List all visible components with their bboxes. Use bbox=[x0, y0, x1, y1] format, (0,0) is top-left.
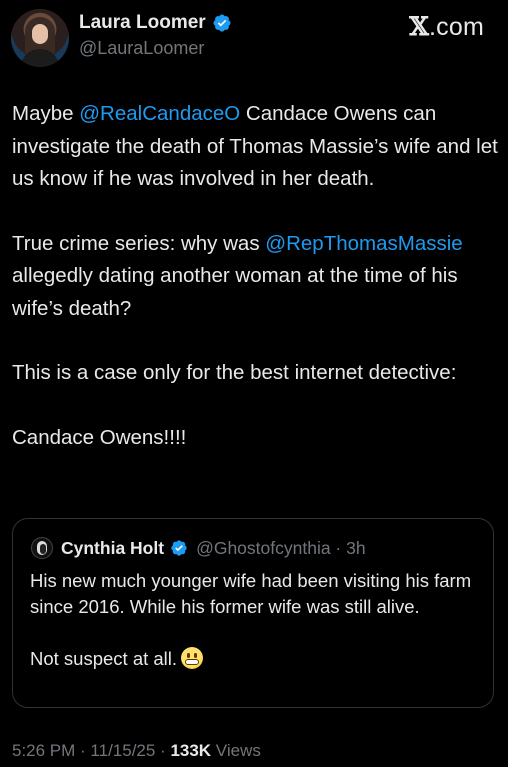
quoted-paragraph-1: His new much younger wife had been visit… bbox=[30, 570, 472, 617]
author-name-row[interactable]: Laura Loomer bbox=[79, 12, 232, 34]
quoted-tweet[interactable]: Cynthia Holt @Ghostofcynthia · 3h His ne… bbox=[12, 518, 494, 708]
mention-link[interactable]: @RealCandaceO bbox=[79, 102, 240, 125]
quoted-tweet-header: Cynthia Holt @Ghostofcynthia · 3h bbox=[31, 537, 366, 559]
quoted-author-handle-time[interactable]: @Ghostofcynthia · 3h bbox=[196, 538, 366, 559]
mention-link[interactable]: @RepThomasMassie bbox=[265, 232, 462, 255]
quoted-tweet-body: His new much younger wife had been visit… bbox=[30, 568, 480, 698]
verified-badge-icon bbox=[171, 540, 187, 556]
quoted-author-name[interactable]: Cynthia Holt bbox=[61, 538, 164, 559]
x-logo-icon: 𝕏 bbox=[409, 12, 430, 41]
emoji-teeth bbox=[185, 659, 200, 665]
tweet-paragraph-3: This is a case only for the best interne… bbox=[12, 361, 457, 384]
tweet-timestamp[interactable]: 5:26 PM · 11/15/25 · bbox=[12, 741, 170, 760]
tweet-text-segment: True crime series: why was bbox=[12, 231, 266, 255]
author-avatar[interactable] bbox=[11, 9, 69, 67]
tweet-metadata: 5:26 PM · 11/15/25 · 133K Views bbox=[12, 741, 261, 761]
views-count: 133K bbox=[170, 741, 212, 760]
tweet-paragraph-2: True crime series: why was @RepThomasMas… bbox=[12, 228, 498, 326]
brand-domain: .com bbox=[429, 13, 484, 41]
verified-badge-icon bbox=[213, 14, 231, 32]
tweet-paragraph-4: Candace Owens!!!! bbox=[12, 425, 187, 449]
tweet-paragraph-1: Maybe @RealCandaceO Candace Owens can in… bbox=[12, 98, 498, 196]
brand-logo: 𝕏.com bbox=[409, 12, 484, 42]
grimacing-face-icon bbox=[181, 647, 204, 669]
tweet-header: Laura Loomer @LauraLoomer 𝕏.com bbox=[10, 8, 498, 68]
quoted-author-avatar[interactable] bbox=[31, 537, 53, 559]
tweet-text-segment: Maybe bbox=[12, 102, 80, 125]
avatar-face bbox=[32, 24, 48, 44]
author-display-name[interactable]: Laura Loomer bbox=[79, 12, 206, 34]
quoted-text-segment: Not suspect at all. bbox=[30, 648, 178, 669]
tweet-body: Maybe @RealCandaceO Candace Owens can in… bbox=[12, 98, 498, 486]
tweet-text-segment: allegedly dating another woman at the ti… bbox=[12, 264, 458, 320]
views-label: Views bbox=[211, 741, 261, 760]
avatar-silhouette-shadow bbox=[40, 544, 46, 554]
author-handle[interactable]: @LauraLoomer bbox=[79, 38, 204, 59]
quoted-paragraph-2: Not suspect at all. bbox=[30, 646, 480, 672]
